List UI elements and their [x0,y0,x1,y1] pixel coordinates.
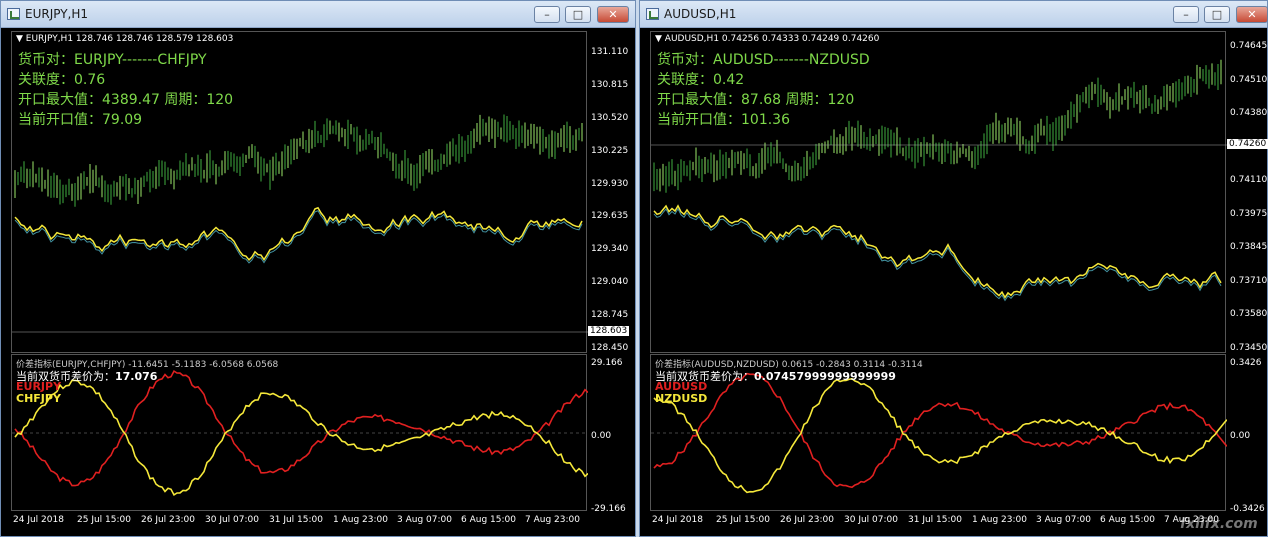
maximize-button[interactable]: □ [1204,6,1230,23]
info-current-gap: 当前开口值：101.36 [657,112,790,128]
time-tick-label: 1 Aug 23:00 [972,515,1027,525]
price-chart-panel[interactable]: ▼ AUDUSD,H1 0.74256 0.74333 0.74249 0.74… [650,31,1227,353]
series-1-line [14,369,588,487]
axis-tick-label: 0.74510 [1230,74,1268,85]
info-correlation: 关联度：0.76 [18,72,106,88]
info-max-gap: 开口最大值：4389.47 周期：120 [18,92,234,108]
time-tick-label: 1 Aug 23:00 [333,515,388,525]
axis-tick-label: 0.00 [591,431,612,441]
current-price-tag: 128.603 [588,326,630,336]
series-1-line [653,372,1227,489]
time-tick-label: 30 Jul 07:00 [844,515,898,525]
time-tick-label: 24 Jul 2018 [13,515,64,525]
axis-tick-label: 0.73845 [1230,242,1268,253]
time-tick-label: 7 Aug 23:00 [1164,515,1219,525]
axis-tick-label: 129.340 [591,244,629,255]
axis-tick-label: 129.635 [591,211,629,222]
info-current-gap: 当前开口值：79.09 [18,112,143,128]
chart-window-eurjpy[interactable]: EURJPY,H1 – □ ✕ ▼ EURJPY,H1 128.746 128.… [0,0,636,537]
minimize-button[interactable]: – [1173,6,1199,23]
axis-tick-label: 0.74380 [1230,108,1268,119]
minimize-button[interactable]: – [534,6,560,23]
axis-tick-label: -29.166 [591,504,626,514]
axis-tick-label: 0.74645 [1230,41,1268,51]
close-button[interactable]: ✕ [597,6,629,23]
indicator-panel[interactable]: 价差指标(EURJPY,CHFJPY) -11.6451 -5.1183 -6.… [11,354,588,511]
time-tick-label: 6 Aug 15:00 [461,515,516,525]
info-block: 货币对：EURJPY-------CHFJPY 关联度：0.76 开口最大值：4… [18,50,233,130]
chart-header: ▼ AUDUSD,H1 0.74256 0.74333 0.74249 0.74… [655,34,880,44]
price-line-shadow [14,210,583,264]
window-titlebar[interactable]: AUDUSD,H1 – □ ✕ [640,1,1268,28]
axis-tick-label: 29.166 [591,358,623,368]
axis-tick-label: 0.73710 [1230,275,1268,286]
window-title: EURJPY,H1 [25,7,89,21]
info-pair: 货币对：EURJPY-------CHFJPY [18,52,207,68]
window-titlebar[interactable]: EURJPY,H1 – □ ✕ [1,1,635,28]
axis-tick-label: 128.745 [591,310,629,321]
price-chart-panel[interactable]: ▼ EURJPY,H1 128.746 128.746 128.579 128.… [11,31,588,353]
chart-window-icon [7,8,20,20]
time-tick-label: 3 Aug 07:00 [397,515,452,525]
axis-tick-label: 0.73450 [1230,343,1268,353]
time-tick-label: 6 Aug 15:00 [1100,515,1155,525]
time-tick-label: 26 Jul 23:00 [780,515,834,525]
chart-window-audusd[interactable]: AUDUSD,H1 – □ ✕ ▼ AUDUSD,H1 0.74256 0.74… [639,0,1268,537]
close-button[interactable]: ✕ [1236,6,1268,23]
current-price-tag: 0.74260 [1227,139,1268,149]
axis-tick-label: 0.3426 [1230,358,1262,368]
axis-tick-label: 0.00 [1230,431,1251,441]
time-tick-label: 31 Jul 15:00 [269,515,323,525]
info-max-gap: 开口最大值：87.68 周期：120 [657,92,855,108]
chart-header: ▼ EURJPY,H1 128.746 128.746 128.579 128.… [16,34,234,44]
time-tick-label: 24 Jul 2018 [652,515,703,525]
time-tick-label: 25 Jul 15:00 [716,515,770,525]
time-tick-label: 25 Jul 15:00 [77,515,131,525]
window-title: AUDUSD,H1 [664,7,737,21]
axis-tick-label: 0.74110 [1230,175,1268,186]
axis-tick-label: 0.73975 [1230,208,1268,219]
info-correlation: 关联度：0.42 [657,72,745,88]
chart-window-icon [646,8,659,20]
time-tick-label: 26 Jul 23:00 [141,515,195,525]
maximize-button[interactable]: □ [565,6,591,23]
price-line [653,204,1222,299]
time-tick-label: 30 Jul 07:00 [205,515,259,525]
axis-tick-label: 0.73580 [1230,309,1268,320]
axis-tick-label: -0.3426 [1230,504,1265,514]
indicator-current-value: 0.07457999999999999 [754,370,896,383]
axis-tick-label: 128.450 [591,343,629,353]
axis-tick-label: 130.815 [591,79,629,90]
axis-tick-label: 130.225 [591,145,629,156]
series-2-line [14,379,588,497]
axis-tick-label: 130.520 [591,112,629,123]
indicator-panel[interactable]: 价差指标(AUDUSD,NZDUSD) 0.0615 -0.2843 0.311… [650,354,1227,511]
legend-series-2: NZDUSD [655,392,708,405]
indicator-current-value: 17.076 [115,370,158,383]
axis-tick-label: 129.040 [591,277,629,288]
legend-series-2: CHFJPY [16,392,61,405]
time-tick-label: 7 Aug 23:00 [525,515,580,525]
price-line-shadow [653,207,1222,302]
info-pair: 货币对：AUDUSD-------NZDUSD [657,52,870,68]
series-2-line [653,377,1227,494]
axis-tick-label: 129.930 [591,178,629,189]
info-block: 货币对：AUDUSD-------NZDUSD 关联度：0.42 开口最大值：8… [657,50,870,130]
time-tick-label: 31 Jul 15:00 [908,515,962,525]
time-tick-label: 3 Aug 07:00 [1036,515,1091,525]
axis-tick-label: 131.110 [591,47,629,57]
